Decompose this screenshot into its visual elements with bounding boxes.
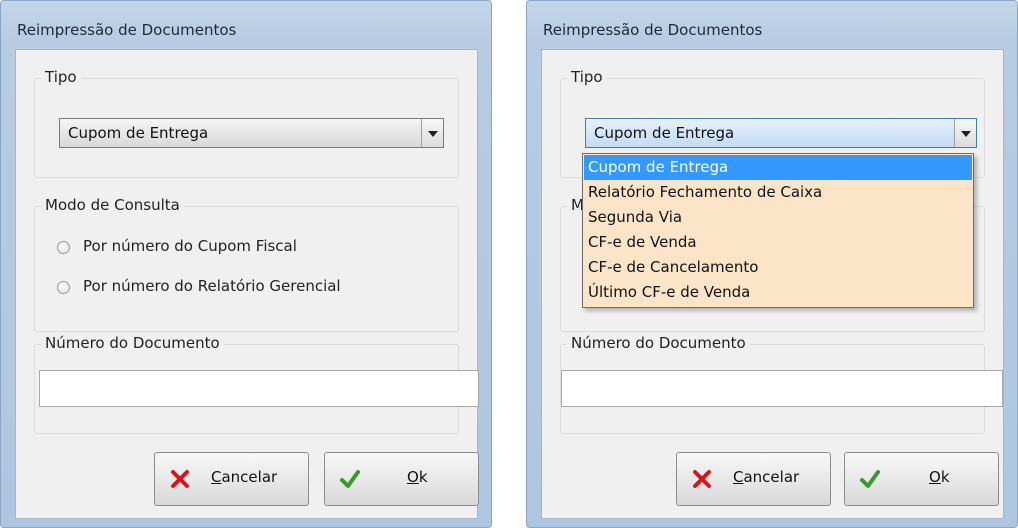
dropdown-option-cupom-entrega[interactable]: Cupom de Entrega bbox=[584, 155, 972, 180]
numero-documento-label: Número do Documento bbox=[41, 334, 224, 352]
modo-consulta-label: Modo de Consulta bbox=[41, 196, 184, 214]
dropdown-option-cfe-cancelamento[interactable]: CF-e de Cancelamento bbox=[584, 255, 972, 280]
tipo-combobox-value: Cupom de Entrega bbox=[594, 124, 735, 142]
radio-label: Por número do Cupom Fiscal bbox=[83, 237, 297, 255]
chevron-down-icon bbox=[961, 131, 971, 137]
green-check-icon bbox=[860, 470, 880, 488]
tipo-combobox[interactable]: Cupom de Entrega bbox=[585, 118, 977, 148]
reimpressao-dialog-left: Reimpressão de Documentos Tipo Cupom de … bbox=[0, 0, 492, 528]
cancel-button-label: Cancelar bbox=[733, 468, 800, 486]
radio-label: Por número do Relatório Gerencial bbox=[83, 277, 341, 295]
ok-button[interactable]: Ok bbox=[844, 452, 999, 506]
ok-button[interactable]: Ok bbox=[324, 452, 479, 506]
dialog-client-area: Tipo Cupom de Entrega Modo de Consulta P… bbox=[15, 49, 479, 519]
tipo-dropdown-list: Cupom de Entrega Relatório Fechamento de… bbox=[582, 153, 974, 308]
radio-button[interactable] bbox=[57, 281, 70, 294]
dialog-title: Reimpressão de Documentos bbox=[543, 21, 763, 39]
ok-button-label: Ok bbox=[407, 468, 428, 486]
dialog-client-area: Tipo Cupom de Entrega M Número do Docume… bbox=[541, 49, 1004, 519]
cancel-button[interactable]: Cancelar bbox=[154, 452, 309, 506]
modo-consulta-group: Modo de Consulta Por número do Cupom Fis… bbox=[34, 196, 459, 332]
cancel-button-label: Cancelar bbox=[211, 468, 278, 486]
dropdown-option-cfe-venda[interactable]: CF-e de Venda bbox=[584, 230, 972, 255]
numero-documento-input[interactable] bbox=[39, 370, 479, 407]
numero-documento-input[interactable] bbox=[561, 370, 1003, 407]
tipo-combobox[interactable]: Cupom de Entrega bbox=[59, 118, 444, 148]
reimpressao-dialog-right: Reimpressão de Documentos Tipo Cupom de … bbox=[526, 0, 1018, 528]
radio-button[interactable] bbox=[57, 241, 70, 254]
tipo-dropdown-button[interactable] bbox=[421, 119, 443, 147]
green-check-icon bbox=[340, 470, 360, 488]
red-x-icon bbox=[693, 470, 711, 488]
dropdown-option-segunda-via[interactable]: Segunda Via bbox=[584, 205, 972, 230]
dialog-title: Reimpressão de Documentos bbox=[17, 21, 237, 39]
red-x-icon bbox=[171, 470, 189, 488]
tipo-dropdown-button[interactable] bbox=[954, 119, 976, 147]
dropdown-option-ultimo-cfe-venda[interactable]: Último CF-e de Venda bbox=[584, 280, 972, 305]
tipo-label: Tipo bbox=[567, 68, 607, 86]
chevron-down-icon bbox=[428, 131, 438, 137]
tipo-group: Tipo Cupom de Entrega bbox=[34, 68, 459, 178]
tipo-label: Tipo bbox=[41, 68, 81, 86]
tipo-combobox-value: Cupom de Entrega bbox=[68, 124, 209, 142]
numero-documento-label: Número do Documento bbox=[567, 334, 750, 352]
cancel-button[interactable]: Cancelar bbox=[676, 452, 831, 506]
dropdown-option-relatorio-fechamento[interactable]: Relatório Fechamento de Caixa bbox=[584, 180, 972, 205]
ok-button-label: Ok bbox=[929, 468, 950, 486]
